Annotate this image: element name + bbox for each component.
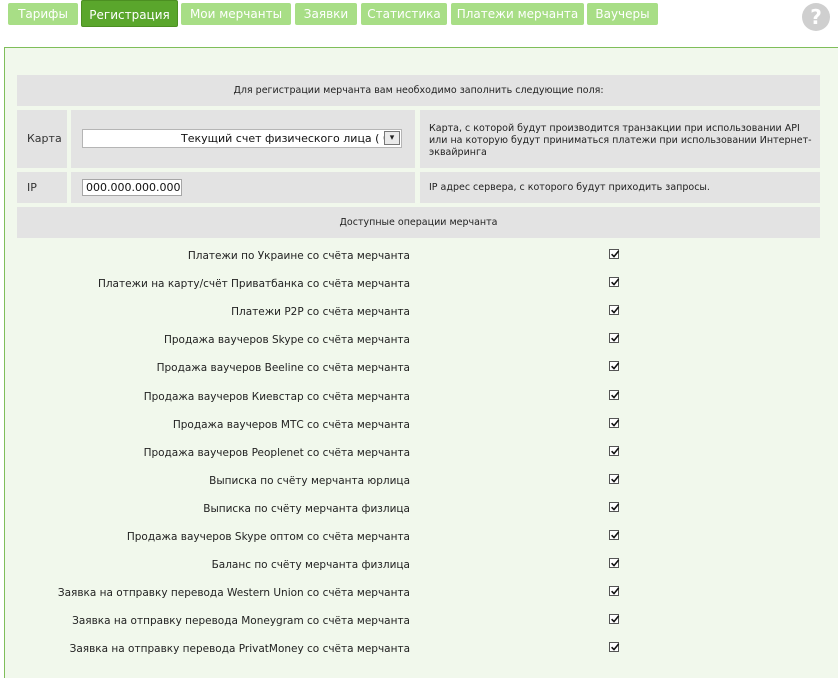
operation-label: Баланс по счёту мерчанта физлица bbox=[211, 559, 410, 571]
operation-label: Заявка на отправку перевода Western Unio… bbox=[57, 587, 410, 599]
ip-label: IP bbox=[17, 172, 67, 203]
chevron-down-icon[interactable]: ▾ bbox=[384, 131, 400, 145]
operation-label: Выписка по счёту мерчанта физлица bbox=[203, 503, 410, 515]
form-header: Для регистрации мерчанта вам необходимо … bbox=[17, 75, 820, 106]
tab-statistics[interactable]: Статистика bbox=[361, 3, 447, 25]
operation-checkbox[interactable] bbox=[609, 474, 620, 484]
operation-checkbox[interactable] bbox=[609, 530, 620, 540]
tab-tariffs[interactable]: Тарифы bbox=[8, 3, 78, 25]
tab-vouchers[interactable]: Ваучеры bbox=[587, 3, 658, 25]
operation-checkbox[interactable] bbox=[609, 305, 620, 315]
tab-requests[interactable]: Заявки bbox=[295, 3, 357, 25]
operation-label: Платежи по Украине со счёта мерчанта bbox=[187, 250, 410, 262]
operation-checkbox[interactable] bbox=[609, 361, 620, 371]
operation-label: Продажа ваучеров Peoplenet со счёта мерч… bbox=[143, 447, 410, 459]
ip-description: IP адрес сервера, с которого будут прихо… bbox=[420, 172, 820, 203]
operation-label: Заявка на отправку перевода Moneygram со… bbox=[72, 615, 410, 627]
operation-label: Продажа ваучеров Beeline со счёта мерчан… bbox=[156, 362, 410, 374]
card-select[interactable]: Текущий счет физического лица ( 0.0 bbox=[82, 129, 402, 148]
operation-label: Платежи P2P со счёта мерчанта bbox=[231, 306, 410, 318]
operation-checkbox[interactable] bbox=[609, 333, 620, 343]
operation-checkbox[interactable] bbox=[609, 642, 620, 652]
help-icon[interactable]: ? bbox=[802, 3, 830, 31]
operation-checkbox[interactable] bbox=[609, 614, 620, 624]
operation-checkbox[interactable] bbox=[609, 586, 620, 596]
operation-label: Заявка на отправку перевода PrivatMoney … bbox=[69, 643, 410, 655]
card-description: Карта, с которой будут производится тран… bbox=[420, 110, 820, 168]
operation-checkbox[interactable] bbox=[609, 502, 620, 512]
operations-header: Доступные операции мерчанта bbox=[17, 207, 820, 238]
operation-checkbox[interactable] bbox=[609, 249, 620, 259]
operation-checkbox[interactable] bbox=[609, 446, 620, 456]
tab-merchant-payments[interactable]: Платежи мерчанта bbox=[451, 3, 584, 25]
tab-registration[interactable]: Регистрация bbox=[81, 0, 178, 27]
operation-checkbox[interactable] bbox=[609, 277, 620, 287]
tab-my-merchants[interactable]: Мои мерчанты bbox=[181, 3, 291, 25]
top-nav: Тарифы Регистрация Мои мерчанты Заявки С… bbox=[0, 0, 838, 38]
operation-checkbox[interactable] bbox=[609, 418, 620, 428]
operation-label: Продажа ваучеров Skype со счёта мерчанта bbox=[163, 334, 410, 346]
ip-input[interactable]: 000.000.000.000 bbox=[82, 179, 182, 196]
operation-label: Продажа ваучеров Skype оптом со счёта ме… bbox=[126, 531, 410, 543]
operation-label: Продажа ваучеров МТС со счёта мерчанта bbox=[172, 419, 410, 431]
operation-label: Платежи на карту/счёт Приватбанка со счё… bbox=[97, 278, 410, 290]
card-label: Карта bbox=[17, 110, 67, 168]
operation-checkbox[interactable] bbox=[609, 558, 620, 568]
operation-checkbox[interactable] bbox=[609, 390, 620, 400]
operation-label: Выписка по счёту мерчанта юрлица bbox=[209, 475, 410, 487]
operation-label: Продажа ваучеров Киевстар со счёта мерча… bbox=[143, 391, 410, 403]
